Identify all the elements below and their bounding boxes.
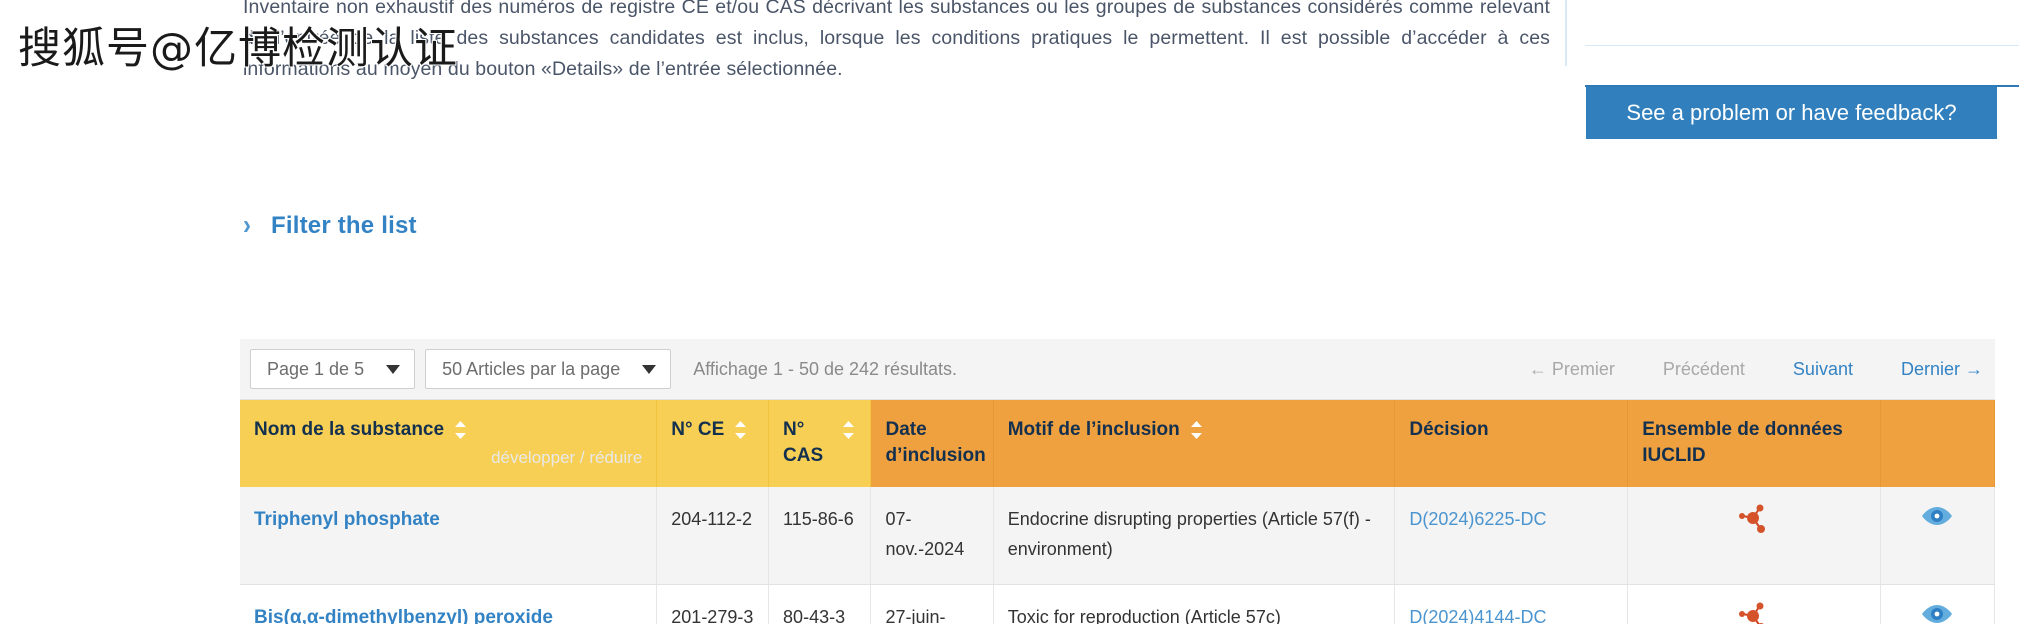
column-header-label: Ensemble de données IUCLID	[1642, 419, 1843, 466]
cell-iuclid-dataset	[1627, 487, 1881, 585]
rail-divider-top	[1585, 45, 2019, 46]
cell-inclusion-date: 07-nov.-2024	[870, 487, 994, 585]
column-header-label: Date d’inclusion	[885, 419, 986, 466]
column-header-cas-number[interactable]: N° CAS	[768, 400, 872, 487]
table-header-row: Nom de la substance développer / réduire	[240, 400, 1996, 487]
chevron-down-icon	[386, 364, 401, 374]
column-header-label: Nom de la substance	[254, 419, 445, 440]
filter-the-list-label: Filter the list	[271, 212, 417, 239]
column-header-ec-number[interactable]: N° CE	[656, 400, 770, 487]
nav-first[interactable]: ← Premier	[1529, 359, 1615, 380]
cell-ec-number: 204-112-2	[656, 487, 770, 585]
cell-substance-name: Bis(α,α-dimethylbenzyl) peroxide	[240, 584, 658, 624]
cell-iuclid-dataset	[1627, 584, 1881, 624]
cell-inclusion-date: 27-juin-2024	[870, 584, 994, 624]
cell-inclusion-reason: Toxic for reproduction (Article 57c)	[993, 584, 1396, 624]
substance-link[interactable]: Bis(α,α-dimethylbenzyl) peroxide	[254, 607, 553, 624]
chevron-right-icon: ›	[243, 209, 251, 241]
table-body: Triphenyl phosphate 204-112-2 115-86-6 0…	[240, 487, 1996, 624]
filter-the-list-toggle[interactable]: › Filter the list	[243, 212, 417, 240]
candidate-list-table: Nom de la substance développer / réduire	[240, 400, 1996, 624]
page-select[interactable]: Page 1 de 5	[250, 349, 416, 389]
pagination-toolbar: Page 1 de 5 50 Articles par la page Affi…	[240, 339, 1995, 400]
sort-icon	[733, 419, 748, 441]
cell-cas-number: 115-86-6	[768, 487, 872, 585]
column-header-label: N° CAS	[783, 419, 824, 466]
feedback-button[interactable]: See a problem or have feedback?	[1586, 87, 1997, 139]
page-root: Inventaire non exhaustif des numéros de …	[0, 0, 2019, 624]
column-header-label: Motif de l’inclusion	[1007, 419, 1180, 440]
cell-ec-number: 201-279-3	[656, 584, 770, 624]
sort-icon	[453, 419, 468, 441]
sort-icon	[1189, 419, 1204, 441]
column-header-details	[1880, 400, 1996, 487]
results-count-text: Affichage 1 - 50 de 242 résultats.	[693, 358, 958, 379]
column-header-decision: Décision	[1394, 400, 1629, 487]
eye-icon[interactable]	[1920, 504, 1954, 537]
intro-paragraph: Inventaire non exhaustif des numéros de …	[243, 0, 1550, 80]
column-header-label: Décision	[1409, 419, 1489, 440]
per-page-select-value: 50 Articles par la page	[442, 358, 621, 379]
eye-icon[interactable]	[1920, 602, 1954, 624]
results-panel: Page 1 de 5 50 Articles par la page Affi…	[240, 339, 1996, 624]
cell-inclusion-reason: Endocrine disrupting properties (Article…	[993, 487, 1396, 585]
cell-substance-name: Triphenyl phosphate	[240, 487, 658, 585]
cell-decision: D(2024)6225-DC	[1394, 487, 1629, 585]
decision-link[interactable]: D(2024)6225-DC	[1409, 509, 1546, 529]
substance-link[interactable]: Triphenyl phosphate	[254, 509, 440, 530]
column-header-label: N° CE	[671, 419, 725, 440]
cell-details	[1880, 584, 1996, 624]
table-row: Bis(α,α-dimethylbenzyl) peroxide 201-279…	[240, 584, 1996, 624]
nav-next[interactable]: Suivant	[1793, 359, 1853, 380]
column-header-inclusion-reason[interactable]: Motif de l’inclusion	[993, 400, 1396, 487]
rail-vertical-divider	[1565, 0, 1567, 66]
expand-reduce-link[interactable]: développer / réduire	[254, 445, 642, 471]
molecule-icon[interactable]	[1737, 602, 1771, 624]
cell-details	[1880, 487, 1996, 585]
column-header-inclusion-date[interactable]: Date d’inclusion	[870, 400, 1008, 487]
page-select-value: Page 1 de 5	[267, 358, 365, 379]
chevron-down-icon	[642, 364, 657, 374]
column-header-substance-name[interactable]: Nom de la substance développer / réduire	[240, 400, 658, 487]
column-header-iuclid-dataset: Ensemble de données IUCLID	[1627, 400, 1881, 487]
cell-cas-number: 80-43-3	[768, 584, 872, 624]
sort-icon	[841, 419, 856, 441]
table-row: Triphenyl phosphate 204-112-2 115-86-6 0…	[240, 487, 1996, 585]
molecule-icon[interactable]	[1737, 504, 1771, 543]
decision-link[interactable]: D(2024)4144-DC	[1409, 607, 1546, 624]
nav-previous[interactable]: Précédent	[1663, 359, 1745, 380]
cell-decision: D(2024)4144-DC	[1394, 584, 1629, 624]
per-page-select[interactable]: 50 Articles par la page	[425, 349, 672, 389]
nav-last[interactable]: Dernier →	[1901, 359, 1983, 380]
